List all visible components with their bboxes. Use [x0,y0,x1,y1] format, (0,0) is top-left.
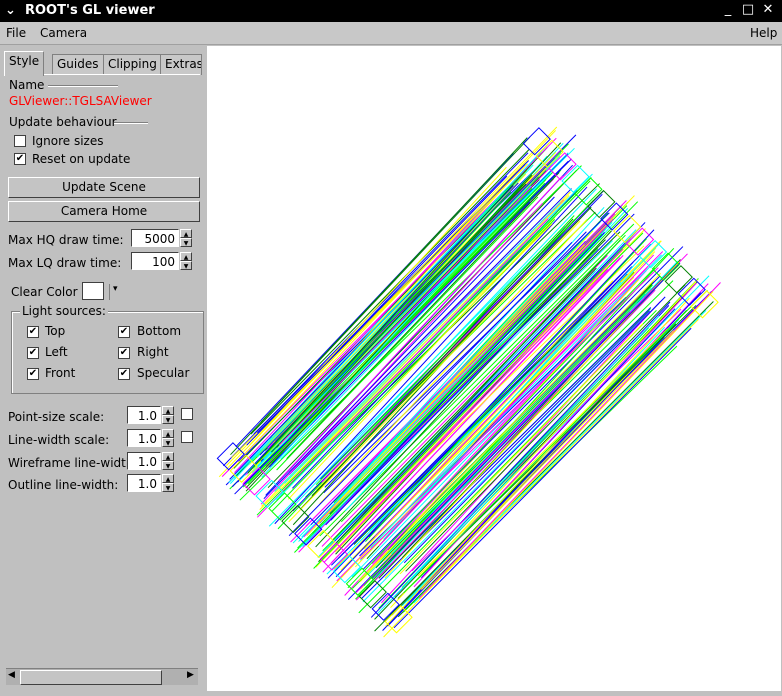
wire-endcap [384,605,413,634]
window-titlebar: ⌄ ROOT's GL viewer _ □ ✕ [0,0,782,22]
spin-up-icon[interactable]: ▲ [180,229,192,238]
menu-bar: File Camera Help [0,22,782,45]
update-behaviour-label: Update behaviour [9,115,117,129]
wire-segment [260,202,543,505]
max-lq-input[interactable]: 100 [131,252,179,270]
light-front-label: Front [45,366,76,380]
spin-up-icon[interactable]: ▲ [162,429,174,438]
wireframe-width-label: Wireframe line-width: [8,456,138,470]
window-title: ROOT's GL viewer [25,3,155,18]
light-specular-label: Specular [137,366,190,380]
reset-on-update-checkbox[interactable]: ✔ [14,153,26,165]
spin-down-icon[interactable]: ▼ [162,438,174,447]
point-size-label: Point-size scale: [8,410,105,424]
tab-clipping[interactable]: Clipping [103,54,162,75]
tab-guides[interactable]: Guides [52,54,104,75]
light-top-checkbox[interactable]: ✔ [27,326,39,338]
name-label: Name [9,78,45,92]
outline-width-input[interactable]: 1.0 [127,474,161,492]
wire-segment [256,164,534,458]
wire-endcap [625,227,655,256]
ignore-sizes-label: Ignore sizes [32,134,104,148]
spin-up-icon[interactable]: ▲ [162,452,174,461]
spin-down-icon[interactable]: ▼ [180,238,192,247]
max-hq-label: Max HQ draw time: [8,233,124,247]
dropdown-arrow-icon[interactable]: ▾ [109,284,118,300]
viewer-name: GLViewer::TGLSAViewer [9,94,152,108]
ignore-sizes-checkbox[interactable] [14,135,26,147]
light-bottom-label: Bottom [137,324,182,338]
scroll-right-icon[interactable]: ▶ [187,670,194,680]
detector-wireframe [216,126,721,638]
light-bottom-checkbox[interactable]: ✔ [118,326,130,338]
menu-help[interactable]: Help [750,26,777,40]
light-specular-checkbox[interactable]: ✔ [118,368,130,380]
minimize-button[interactable]: _ [720,2,736,18]
clear-color-label: Clear Color [11,285,78,299]
gl-viewport[interactable] [207,46,781,691]
outline-width-label: Outline line-width: [8,478,119,492]
spin-down-icon[interactable]: ▼ [180,261,192,270]
tab-style[interactable]: Style [4,51,45,76]
point-size-input[interactable]: 1.0 [127,406,161,424]
style-panel: Style Guides Clipping Extras Name GLView… [0,46,206,696]
menu-file[interactable]: File [6,26,26,40]
spin-down-icon[interactable]: ▼ [162,483,174,492]
max-hq-input[interactable]: 5000 [131,229,179,247]
divider [48,85,118,87]
wire-segment [315,230,612,548]
light-left-checkbox[interactable]: ✔ [27,347,39,359]
spin-up-icon[interactable]: ▲ [162,406,174,415]
light-left-label: Left [45,345,68,359]
light-sources-group: Light sources: ✔ Top ✔ Bottom ✔ Left ✔ R… [11,304,204,394]
close-button[interactable]: ✕ [760,2,776,18]
wireframe-width-input[interactable]: 1.0 [127,452,161,470]
max-lq-label: Max LQ draw time: [8,256,122,270]
scrollbar-thumb[interactable] [20,670,162,685]
horizontal-scrollbar[interactable]: ◀ ▶ [6,668,198,685]
tab-extras[interactable]: Extras [160,54,202,75]
light-right-label: Right [137,345,169,359]
spin-down-icon[interactable]: ▼ [162,415,174,424]
point-size-checkbox[interactable] [181,408,193,420]
line-width-input[interactable]: 1.0 [127,429,161,447]
light-front-checkbox[interactable]: ✔ [27,368,39,380]
spin-down-icon[interactable]: ▼ [162,461,174,470]
camera-home-button[interactable]: Camera Home [8,201,200,222]
scroll-left-icon[interactable]: ◀ [8,670,15,680]
menu-camera[interactable]: Camera [40,26,87,40]
wire-endcap [690,290,719,319]
wire-endcap [216,442,245,471]
spin-up-icon[interactable]: ▲ [180,252,192,261]
line-width-checkbox[interactable] [181,431,193,443]
light-right-checkbox[interactable]: ✔ [118,347,130,359]
divider [114,122,148,124]
maximize-button[interactable]: □ [740,2,756,18]
wire-endcap [587,189,616,219]
update-scene-button[interactable]: Update Scene [8,177,200,198]
light-sources-label: Light sources: [20,304,108,318]
light-top-label: Top [45,324,66,338]
wire-endcap [561,164,590,194]
clear-color-swatch[interactable] [82,282,104,300]
line-width-label: Line-width scale: [8,433,110,447]
window-menu-icon[interactable]: ⌄ [5,3,16,18]
spin-up-icon[interactable]: ▲ [162,474,174,483]
reset-on-update-label: Reset on update [32,152,131,166]
